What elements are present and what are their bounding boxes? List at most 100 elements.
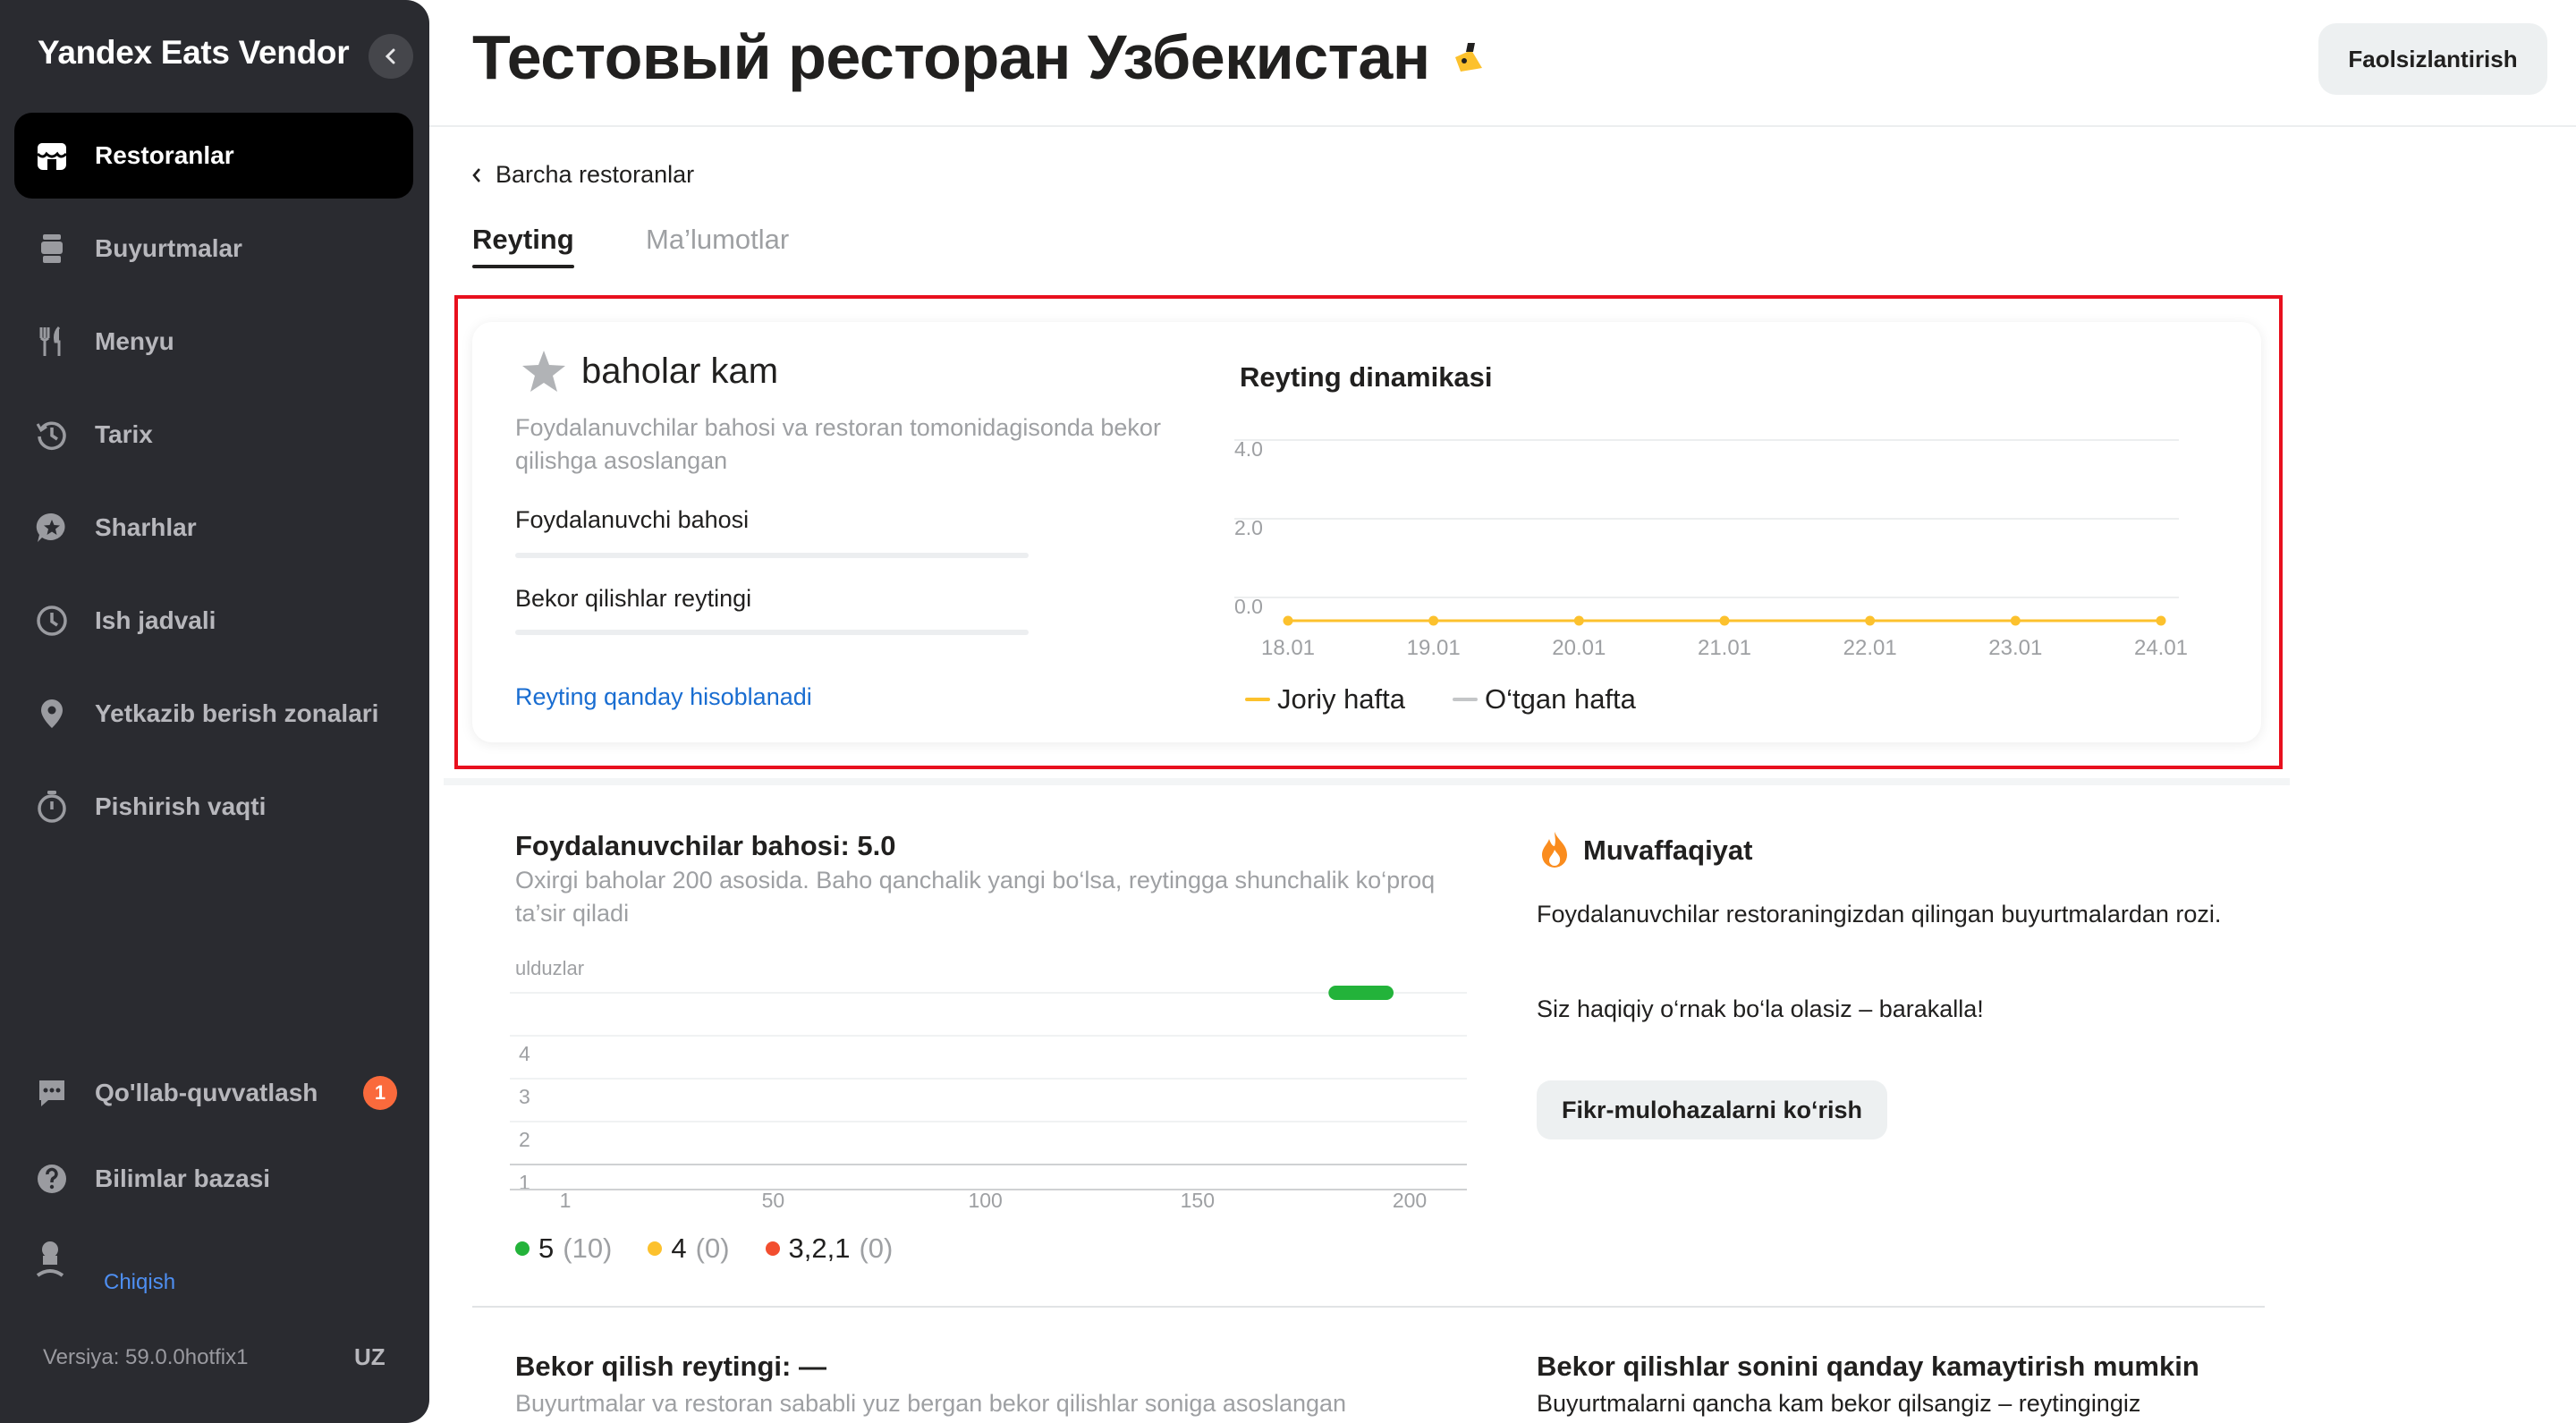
view-feedback-button[interactable]: Fikr-mulohazalarni ko‘rish	[1537, 1080, 1887, 1139]
stopwatch-icon	[34, 785, 95, 828]
data-point	[1428, 615, 1439, 626]
achievement-title: Muvaffaqiyat	[1583, 834, 1753, 866]
legend-item-321: 3,2,1 (0)	[765, 1232, 894, 1265]
header-divider	[429, 125, 2576, 127]
active-tab-indicator	[472, 265, 574, 268]
legend-dot	[765, 1241, 780, 1256]
breadcrumb-link[interactable]: Barcha restoranlar	[496, 161, 694, 189]
reduce-cancellations-title: Bekor qilishlar sonini qanday kamaytiris…	[1537, 1351, 2199, 1382]
language-switch[interactable]: UZ	[354, 1343, 386, 1371]
deactivate-button[interactable]: Faolsizlantirish	[2318, 23, 2547, 95]
star-icon	[522, 351, 565, 392]
data-point	[1573, 615, 1584, 626]
x-tick-label: 22.01	[1843, 636, 1897, 660]
achievement-text: Foydalanuvchilar restoraningizdan qiling…	[1537, 901, 2222, 927]
sidebar-item-label: Pishirish vaqti	[95, 792, 267, 820]
order-bag-icon	[34, 227, 95, 270]
brand-logo: Yandex Eats Vendor	[38, 34, 350, 71]
x-tick-label: 18.01	[1261, 636, 1315, 660]
x-tick-label: 150	[1181, 1189, 1215, 1212]
legend-label: 4	[671, 1232, 687, 1264]
user-rating-title: Foydalanuvchilar bahosi: 5.0	[515, 830, 896, 861]
reduce-cancellations-description: Buyurtmalarni qancha kam bekor qilsangiz…	[1537, 1390, 2141, 1417]
sidebar-item-knowledge-base[interactable]: Bilimlar bazasi	[14, 1136, 413, 1222]
sidebar-item-orders[interactable]: Buyurtmalar	[14, 206, 413, 292]
user-rating-bar	[515, 553, 1029, 558]
legend-item-4: 4 (0)	[648, 1232, 730, 1265]
sidebar-item-label: Qo'llab-quvvatlash	[95, 1079, 318, 1106]
user-rating-description: Oxirgi baholar 200 asosida. Baho qanchal…	[515, 867, 1436, 927]
y-tick-label: 0.0	[1234, 595, 1263, 618]
restaurant-mascot-icon	[1454, 43, 1482, 72]
y-tick-label: 2.0	[1234, 516, 1263, 539]
legend-label: O‘tgan hafta	[1485, 683, 1636, 715]
cancel-rating-title: Bekor qilish reytingi: —	[515, 1351, 826, 1382]
review-star-icon	[34, 506, 95, 549]
rating-dynamics-title: Reyting dinamikasi	[1240, 361, 1493, 393]
achievement-praise: Siz haqiqiy o‘rnak bo‘la olasiz – baraka…	[1537, 995, 1984, 1022]
sidebar-item-delivery-zones[interactable]: Yetkazib berish zonalari	[14, 671, 413, 757]
tab-info[interactable]: Ma’lumotlar	[646, 224, 789, 256]
section-divider	[472, 1306, 2265, 1308]
sidebar-item-label: Tarix	[95, 420, 153, 448]
sidebar-item-label: Menyu	[95, 327, 174, 355]
x-tick-label: 24.01	[2134, 636, 2188, 660]
rating-dynamics-chart: 4.0 2.0 0.0 18.01 19.01 20.01 21.01 22.01 23.01 2…	[1234, 438, 2188, 660]
sidebar-item-label: Yetkazib berish zonalari	[95, 699, 379, 727]
sidebar-item-label: Sharhlar	[95, 513, 197, 541]
rating-status-text: baholar kam	[581, 351, 779, 391]
section-divider	[444, 778, 2290, 785]
fork-knife-icon	[34, 320, 95, 363]
tab-rating[interactable]: Reyting	[472, 224, 574, 256]
restaurant-name: Тестовый ресторан Узбекистан	[472, 22, 1430, 92]
sidebar-item-cooking-time[interactable]: Pishirish vaqti	[14, 764, 413, 850]
y-tick-label: 3	[519, 1085, 530, 1108]
x-tick-label: 20.01	[1552, 636, 1606, 660]
rating-status: baholar kam	[521, 349, 778, 394]
legend-count: (0)	[695, 1232, 730, 1264]
legend-current-week: Joriy hafta	[1245, 683, 1405, 716]
location-pin-icon	[34, 692, 95, 735]
sidebar-item-schedule[interactable]: Ish jadvali	[14, 578, 413, 664]
data-point	[1283, 615, 1293, 626]
legend-label: 3,2,1	[788, 1232, 851, 1264]
store-icon	[34, 134, 95, 177]
user-avatar-icon	[34, 1240, 66, 1283]
legend-swatch	[1245, 698, 1270, 701]
sidebar-item-label: Buyurtmalar	[95, 234, 242, 262]
legend-label: 5	[538, 1232, 555, 1264]
clock-icon	[34, 599, 95, 642]
sidebar-item-label: Ish jadvali	[95, 606, 216, 634]
fire-icon	[1542, 832, 1567, 868]
sidebar-item-menu[interactable]: Menyu	[14, 299, 413, 385]
data-point	[2010, 615, 2021, 626]
sidebar-item-reviews[interactable]: Sharhlar	[14, 485, 413, 571]
history-icon	[34, 413, 95, 456]
breadcrumb[interactable]: Barcha restoranlar	[470, 161, 694, 189]
chevron-left-icon	[385, 48, 395, 64]
x-tick-label: 19.01	[1407, 636, 1461, 660]
sidebar-item-history[interactable]: Tarix	[14, 392, 413, 478]
data-point	[1865, 615, 1876, 626]
how-rating-calculated-link[interactable]: Reyting qanday hisoblanadi	[515, 683, 812, 711]
legend-count: (10)	[563, 1232, 613, 1264]
x-tick-label: 50	[762, 1189, 785, 1212]
sidebar-item-restaurants[interactable]: Restoranlar	[14, 113, 413, 199]
data-point	[2156, 615, 2166, 626]
x-tick-label: 21.01	[1698, 636, 1751, 660]
sidebar-item-label: Restoranlar	[95, 141, 234, 169]
version-label: Versiya: 59.0.0hotfix1	[43, 1345, 249, 1369]
collapse-sidebar-button[interactable]	[369, 34, 413, 79]
legend-item-5: 5 (10)	[515, 1232, 612, 1265]
x-tick-label: 1	[560, 1189, 572, 1212]
x-tick-label: 23.01	[1988, 636, 2042, 660]
notification-badge: 1	[363, 1076, 397, 1110]
logout-link[interactable]: Chiqish	[104, 1270, 175, 1295]
legend-count: (0)	[859, 1232, 894, 1264]
rating-description: Foydalanuvchilar bahosi va restoran tomo…	[515, 414, 1161, 474]
cancel-rating-bar	[515, 630, 1029, 635]
sidebar-item-support[interactable]: Qo'llab-quvvatlash 1	[14, 1050, 413, 1136]
achievement-header: Muvaffaqiyat	[1537, 830, 1752, 871]
rating-distribution-legend: 5 (10) 4 (0) 3,2,1 (0)	[515, 1232, 893, 1265]
legend-swatch	[1453, 698, 1478, 701]
